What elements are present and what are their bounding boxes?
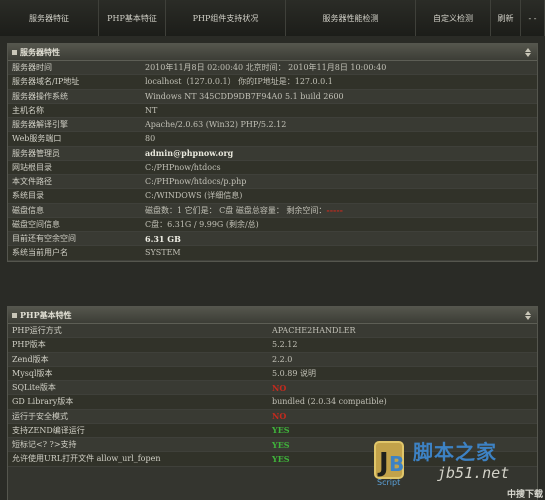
nav-server-features[interactable]: 服务器特征 <box>0 0 99 36</box>
server-info-label: 服务器域名/IP地址 <box>12 77 80 87</box>
php-info-value: YES <box>272 453 290 464</box>
php-info-value: bundled (2.0.34 compatible) <box>272 397 387 407</box>
php-info-row: SQLite版本 NO <box>8 381 537 396</box>
server-info-label: 磁盘信息 <box>12 205 44 215</box>
server-panel-title: 服务器特性 <box>20 46 60 57</box>
php-info-row: 支持ZEND编译运行 YES <box>8 423 537 438</box>
php-info-row: 允许使用URL打开文件 allow_url_fopen YES <box>8 452 537 467</box>
server-info-value: Windows NT 345CDD9DB7F94A0 5.1 build 260… <box>145 91 344 101</box>
server-info-value: 80 <box>145 134 156 144</box>
php-info-value: 5.2.12 <box>272 340 298 350</box>
php-info-value: APACHE2HANDLER <box>272 326 356 336</box>
php-info-label: PHP运行方式 <box>12 326 62 336</box>
server-info-label: 磁盘空间信息 <box>12 219 60 229</box>
server-info-label: 本文件路径 <box>12 177 52 187</box>
php-info-label: 运行于安全模式 <box>12 411 68 421</box>
server-info-value: SYSTEM <box>145 248 181 258</box>
server-info-value: C:/PHPnow/htdocs <box>145 162 221 172</box>
server-info-value: 2010年11月8日 02:00:40 北京时间： 2010年11月8日 10:… <box>145 63 387 73</box>
server-info-row: 目前还有空余空间 6.31 GB <box>8 232 537 247</box>
server-info-label: 服务器操作系统 <box>12 91 68 101</box>
php-info-label: 允许使用URL打开文件 allow_url_fopen <box>12 454 161 464</box>
server-info-value: C盘：6.31G / 9.99G (剩余/总) <box>145 219 259 229</box>
php-info-row: 短标记<? ?>支持 YES <box>8 438 537 453</box>
php-info-row: Zend版本 2.2.0 <box>8 352 537 367</box>
server-info-value: C:/PHPnow/htdocs/p.php <box>145 177 247 187</box>
server-info-row: 主机名称 NT <box>8 103 537 118</box>
nav-php-basics[interactable]: PHP基本特征 <box>99 0 166 36</box>
php-info-value: 2.2.0 <box>272 354 293 364</box>
server-info-label: 系统当前用户名 <box>12 248 68 258</box>
server-panel-header: 服务器特性 <box>8 44 537 61</box>
php-basics-panel: PHP基本特性 PHP运行方式 APACHE2HANDLER PHP版本 5.2.12… <box>7 306 538 500</box>
php-info-label: Zend版本 <box>12 354 49 364</box>
refresh-button[interactable]: 刷新 <box>491 0 521 36</box>
free-space-value: 6.31 GB <box>145 233 181 244</box>
collapse-toggle-icon[interactable] <box>525 47 531 57</box>
collapse-toggle-icon[interactable] <box>525 310 531 320</box>
server-features-panel: 服务器特性 服务器时间 2010年11月8日 02:00:40 北京时间： 201… <box>7 43 538 262</box>
server-info-label: Web服务端口 <box>12 134 62 144</box>
php-info-label: 短标记<? ?>支持 <box>12 440 77 450</box>
php-info-value: 5.0.89 说明 <box>272 368 316 378</box>
php-info-label: PHP版本 <box>12 340 46 350</box>
server-info-value: 磁盘数：1 它们是： C盘 磁盘总容量： 剩余空间：----- <box>145 204 343 215</box>
php-info-label: Mysql版本 <box>12 368 53 378</box>
server-info-row: 服务器域名/IP地址 localhost（127.0.0.1） 你的IP地址是：1… <box>8 75 537 90</box>
php-info-row: GD Library版本 bundled (2.0.34 compatible) <box>8 395 537 410</box>
server-info-row: 磁盘空间信息 C盘：6.31G / 9.99G (剩余/总) <box>8 217 537 232</box>
php-info-value: NO <box>272 382 287 393</box>
php-info-label: SQLite版本 <box>12 383 56 393</box>
php-info-value: NO <box>272 411 287 422</box>
server-info-value: C:/WINDOWS (详细信息) <box>145 191 243 201</box>
more-menu-button[interactable]: - - <box>521 0 545 36</box>
admin-email: admin@phpnow.org <box>145 148 234 159</box>
bullet-icon <box>12 312 17 318</box>
server-info-value: admin@phpnow.org <box>139 148 537 158</box>
server-info-value: NT <box>145 105 158 115</box>
php-info-row: Mysql版本 5.0.89 说明 <box>8 366 537 381</box>
nav-php-components[interactable]: PHP组件支持状况 <box>166 0 286 36</box>
server-info-row: 服务器时间 2010年11月8日 02:00:40 北京时间： 2010年11月8… <box>8 61 537 76</box>
server-info-row: 磁盘信息 磁盘数：1 它们是： C盘 磁盘总容量： 剩余空间：----- <box>8 203 537 218</box>
php-info-table: PHP运行方式 APACHE2HANDLER PHP版本 5.2.12 Zend版本 2.… <box>8 324 537 467</box>
php-info-row: PHP运行方式 APACHE2HANDLER <box>8 324 537 339</box>
server-info-row: 服务器解译引擎 Apache/2.0.63 (Win32) PHP/5.2.12 <box>8 118 537 133</box>
server-info-row: 系统当前用户名 SYSTEM <box>8 246 537 261</box>
server-info-label: 系统目录 <box>12 191 44 201</box>
server-info-value: localhost（127.0.0.1） 你的IP地址是：127.0.0.1 <box>145 77 333 87</box>
server-info-value: Apache/2.0.63 (Win32) PHP/5.2.12 <box>145 120 287 130</box>
nav-performance-test[interactable]: 服务器性能检测 <box>286 0 416 36</box>
php-info-value: YES <box>272 425 290 436</box>
php-panel-header: PHP基本特性 <box>8 307 537 324</box>
server-info-row: 服务器操作系统 Windows NT 345CDD9DB7F94A0 5.1 bu… <box>8 89 537 104</box>
php-info-row: 运行于安全模式 NO <box>8 409 537 424</box>
bullet-icon <box>12 49 17 55</box>
server-info-row: 系统目录 C:/WINDOWS (详细信息) <box>8 189 537 204</box>
server-info-table: 服务器时间 2010年11月8日 02:00:40 北京时间： 2010年11月8… <box>8 61 537 261</box>
server-info-label: 服务器时间 <box>12 63 52 73</box>
server-info-row: Web服务端口 80 <box>8 132 537 147</box>
php-info-label: 支持ZEND编译运行 <box>12 425 85 435</box>
server-info-value: 6.31 GB <box>139 234 537 244</box>
server-info-label: 目前还有空余空间 <box>12 234 76 244</box>
nav-custom-test[interactable]: 自定义检测 <box>416 0 491 36</box>
server-info-row: 服务器管理员 admin@phpnow.org <box>8 146 537 161</box>
server-info-label: 网站根目录 <box>12 162 52 172</box>
top-navigation: 服务器特征 PHP基本特征 PHP组件支持状况 服务器性能检测 自定义检测 刷新… <box>0 0 545 36</box>
php-panel-title: PHP基本特性 <box>20 309 72 320</box>
php-info-value: YES <box>272 439 290 450</box>
php-info-label: GD Library版本 <box>12 397 74 407</box>
server-info-label: 服务器管理员 <box>12 148 60 158</box>
server-info-row: 网站根目录 C:/PHPnow/htdocs <box>8 160 537 175</box>
server-info-label: 主机名称 <box>12 105 44 115</box>
disk-free-value: ----- <box>326 204 343 215</box>
php-info-row: PHP版本 5.2.12 <box>8 338 537 353</box>
server-info-label: 服务器解译引擎 <box>12 120 68 130</box>
server-info-row: 本文件路径 C:/PHPnow/htdocs/p.php <box>8 175 537 190</box>
